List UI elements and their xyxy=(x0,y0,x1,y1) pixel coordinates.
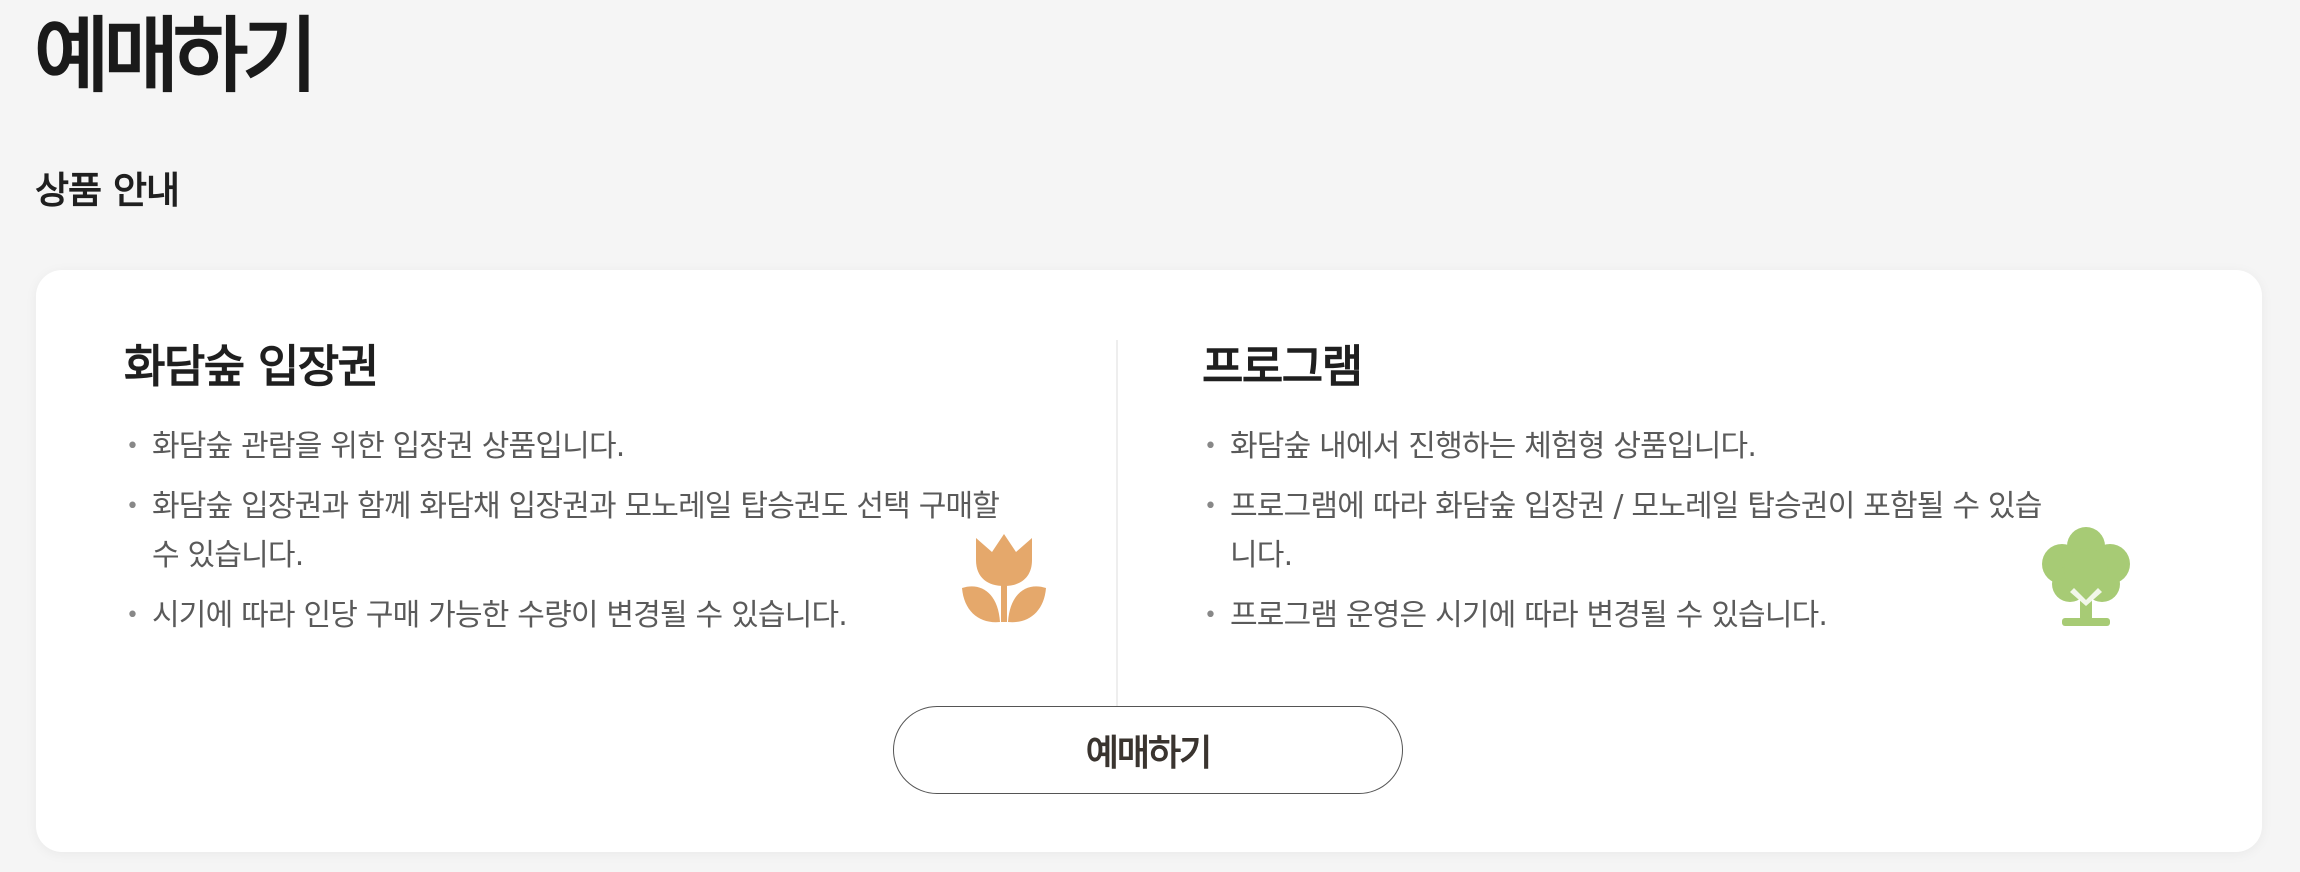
list-item: • 화담숲 관람을 위한 입장권 상품입니다. xyxy=(124,422,1012,471)
program-title: 프로그램 xyxy=(1202,340,1363,393)
list-item-text: 화담숲 입장권과 함께 화담채 입장권과 모노레일 탑승권도 선택 구매할 수 … xyxy=(152,489,1000,573)
reserve-button[interactable]: 예매하기 xyxy=(893,706,1403,794)
bullet-dot: • xyxy=(126,603,139,628)
list-item-text: 화담숲 내에서 진행하는 체험형 상품입니다. xyxy=(1230,429,1757,464)
admission-ticket-title: 화담숲 입장권 xyxy=(124,340,379,393)
program-column: 프로그램 • 화담숲 내에서 진행하는 체험형 상품입니다. • 프로그램에 따라 … xyxy=(1202,340,2102,651)
list-item: • 화담숲 입장권과 함께 화담채 입장권과 모노레일 탑승권도 선택 구매할 수… xyxy=(124,482,1012,580)
bullet-dot: • xyxy=(126,494,139,519)
admission-ticket-column: 화담숲 입장권 • 화담숲 관람을 위한 입장권 상품입니다. • 화담숲 입장권과… xyxy=(124,340,1024,651)
bullet-dot: • xyxy=(1204,494,1217,519)
column-divider xyxy=(1116,340,1118,724)
list-item-text: 화담숲 관람을 위한 입장권 상품입니다. xyxy=(152,429,625,464)
list-item: • 화담숲 내에서 진행하는 체험형 상품입니다. xyxy=(1202,422,2050,471)
tulip-icon xyxy=(962,530,1046,624)
bullet-dot: • xyxy=(126,434,139,459)
list-item: • 프로그램에 따라 화담숲 입장권 / 모노레일 탑승권이 포함될 수 있습니다… xyxy=(1202,482,2050,580)
list-item-text: 프로그램 운영은 시기에 따라 변경될 수 있습니다. xyxy=(1230,598,1828,633)
page-title: 예매하기 xyxy=(34,9,318,104)
bullet-dot: • xyxy=(1204,434,1217,459)
list-item: • 프로그램 운영은 시기에 따라 변경될 수 있습니다. xyxy=(1202,591,2050,640)
list-item: • 시기에 따라 인당 구매 가능한 수량이 변경될 수 있습니다. xyxy=(124,591,1012,640)
admission-ticket-list: • 화담숲 관람을 위한 입장권 상품입니다. • 화담숲 입장권과 함께 화담채 … xyxy=(124,422,1024,640)
list-item-text: 프로그램에 따라 화담숲 입장권 / 모노레일 탑승권이 포함될 수 있습니다. xyxy=(1230,489,2042,573)
product-info-card: 화담숲 입장권 • 화담숲 관람을 위한 입장권 상품입니다. • 화담숲 입장권과… xyxy=(36,270,2262,852)
bullet-dot: • xyxy=(1204,603,1217,628)
program-list: • 화담숲 내에서 진행하는 체험형 상품입니다. • 프로그램에 따라 화담숲 입… xyxy=(1202,422,2102,640)
list-item-text: 시기에 따라 인당 구매 가능한 수량이 변경될 수 있습니다. xyxy=(152,598,848,633)
section-title: 상품 안내 xyxy=(35,169,180,212)
tree-icon xyxy=(2040,526,2132,630)
